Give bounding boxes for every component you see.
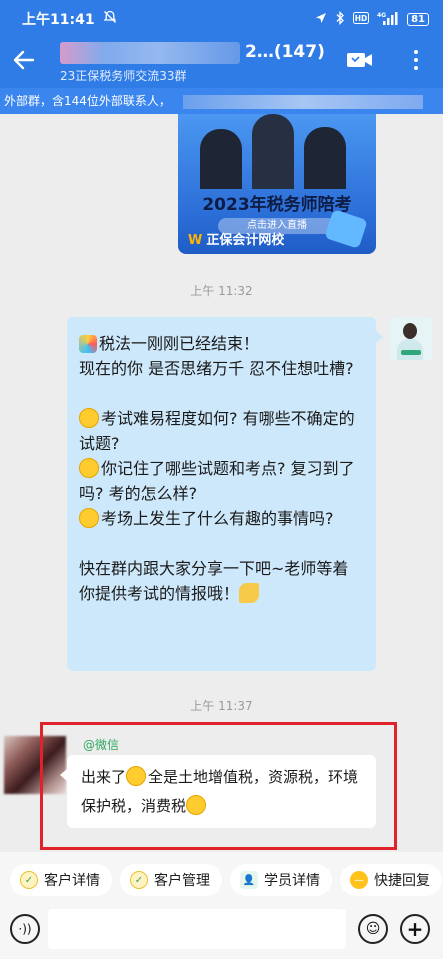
- banana-icon: [239, 583, 260, 603]
- back-arrow-icon: [13, 50, 35, 70]
- customer-manage-icon: ✓: [130, 871, 148, 889]
- redacted-text: [182, 94, 423, 109]
- plus-icon: +: [406, 917, 424, 941]
- brand-logo-icon: W: [188, 233, 203, 248]
- chat-subtitle: 23正保税务师交流33群: [60, 69, 187, 83]
- external-group-notice[interactable]: 外部群，含144位外部联系人，: [0, 88, 443, 114]
- timestamp: 上午 11:32: [190, 284, 253, 298]
- message-line: 你记住了哪些试题和考点? 复习到了吗? 考的怎么样?: [79, 458, 355, 503]
- message-line: 考场上发生了什么有趣的事情吗?: [79, 506, 364, 531]
- message-line: 现在的你 是否思绪万千 忍不住想吐槽?: [79, 359, 354, 378]
- battery-indicator: 81: [407, 12, 429, 26]
- promo-title: 2023年税务师陪考: [202, 195, 352, 215]
- smirk-face-icon: [79, 458, 99, 478]
- wink-face-icon: [79, 508, 99, 528]
- student-details-button[interactable]: 👤 学员详情: [230, 864, 332, 896]
- message-line: 考试难易程度如何? 有哪些不确定的试题?: [79, 408, 355, 453]
- highlight-annotation-box: [40, 722, 397, 850]
- chat-header: 2…(147) 23正保税务师交流33群: [0, 38, 443, 88]
- promo-teachers-image: [200, 114, 350, 189]
- hd-icon: HD: [353, 11, 370, 27]
- mute-bell-icon: [103, 10, 117, 28]
- gift-box-icon: [324, 209, 368, 249]
- message-line: 税法一刚刚已经结束！: [79, 331, 364, 356]
- teacher-message-bubble[interactable]: 税法一刚刚已经结束！ 现在的你 是否思绪万千 忍不住想吐槽? 考试难易程度如何?…: [67, 317, 383, 671]
- status-bar: 上午11:41 HD 4G 81: [0, 0, 443, 38]
- emoji-button[interactable]: ☺: [358, 914, 388, 944]
- back-button[interactable]: [10, 46, 38, 74]
- bluetooth-icon: [335, 10, 345, 28]
- video-call-button[interactable]: [346, 50, 374, 70]
- timestamp: 上午 11:37: [190, 699, 253, 713]
- more-dots-icon: [414, 50, 418, 54]
- live-promo-card[interactable]: 2023年税务师陪考 点击进入直播 W 正保会计网校: [178, 114, 376, 254]
- message-input-bar: ·)) ☺ +: [0, 908, 443, 959]
- status-time: 上午11:41: [22, 12, 95, 28]
- location-icon: [315, 12, 327, 27]
- customer-details-button[interactable]: ✓ 客户详情: [10, 864, 112, 896]
- message-line: 快在群内跟大家分享一下吧~老师等着你提供考试的情报哦！: [79, 559, 349, 603]
- customer-management-button[interactable]: ✓ 客户管理: [120, 864, 222, 896]
- video-camera-icon: [347, 53, 372, 67]
- quick-reply-icon: —: [350, 871, 368, 889]
- more-actions-button[interactable]: +: [400, 914, 430, 944]
- smiley-icon: ☺: [365, 921, 381, 937]
- message-input[interactable]: [48, 909, 346, 949]
- group-name-redacted: [60, 42, 240, 64]
- svg-text:HD: HD: [355, 14, 368, 23]
- voice-input-button[interactable]: ·)): [10, 914, 40, 944]
- more-options-button[interactable]: [406, 46, 426, 74]
- flushed-face-icon: [79, 408, 99, 428]
- customer-icon: ✓: [20, 871, 38, 889]
- external-notice-text: 外部群，含144位外部联系人，: [4, 94, 171, 108]
- voice-wave-icon: ·)): [18, 922, 32, 936]
- chat-title[interactable]: 2…(147): [245, 42, 325, 62]
- party-popper-icon: [79, 335, 97, 353]
- svg-text:4G: 4G: [377, 12, 386, 19]
- quick-reply-button[interactable]: — 快捷回复: [340, 864, 442, 896]
- quick-action-bar: ✓ 客户详情 ✓ 客户管理 👤 学员详情 — 快捷回复: [0, 852, 443, 908]
- promo-brand: W 正保会计网校: [188, 233, 285, 248]
- user-icon: 👤: [240, 871, 258, 889]
- self-avatar[interactable]: [389, 317, 432, 360]
- signal-4g-icon: 4G: [377, 11, 399, 28]
- chat-messages[interactable]: 2023年税务师陪考 点击进入直播 W 正保会计网校 上午 11:32 税法一刚刚…: [0, 114, 443, 852]
